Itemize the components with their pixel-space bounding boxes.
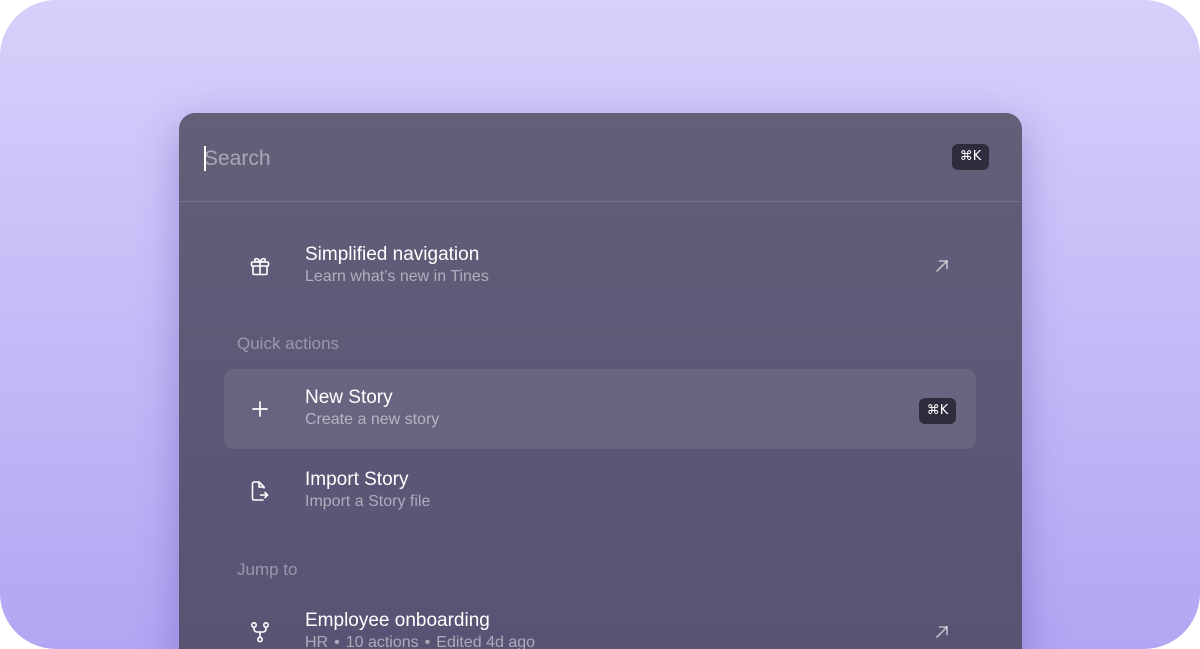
section-label-quick-actions: Quick actions <box>237 334 340 353</box>
action-item-title: Import Story <box>305 469 409 490</box>
jump-item-meta: HR • 10 actions • Edited 4d ago <box>305 634 535 649</box>
action-item-new-story[interactable]: New Story Create a new story ⌘K <box>224 369 976 449</box>
featured-item-simplified-navigation[interactable]: Simplified navigation Learn what’s new i… <box>224 226 976 306</box>
file-import-icon <box>248 479 272 503</box>
action-item-import-story[interactable]: Import Story Import a Story file <box>224 451 976 531</box>
git-fork-icon <box>248 620 272 644</box>
app-background: ⌘K Simplified navigation Learn what’s ne… <box>0 0 1200 649</box>
command-palette: ⌘K Simplified navigation Learn what’s ne… <box>179 113 1022 649</box>
action-item-title: New Story <box>305 387 393 408</box>
action-item-subtitle: Import a Story file <box>305 493 431 510</box>
featured-item-title: Simplified navigation <box>305 244 480 265</box>
story-team: HR <box>305 634 329 649</box>
story-edited-time: Edited 4d ago <box>436 634 536 649</box>
text-cursor <box>204 146 206 171</box>
search-shortcut-badge: ⌘K <box>952 144 989 170</box>
jump-item-title: Employee onboarding <box>305 610 490 631</box>
meta-separator: • <box>424 634 431 649</box>
action-item-subtitle: Create a new story <box>305 411 440 428</box>
search-input[interactable] <box>203 143 903 175</box>
plus-icon <box>248 397 272 421</box>
meta-separator: • <box>334 634 340 649</box>
story-action-count: 10 actions <box>345 634 419 649</box>
featured-item-subtitle: Learn what’s new in Tines <box>305 268 489 285</box>
gift-icon <box>248 254 272 278</box>
arrow-up-right-icon <box>932 256 952 276</box>
search-bar: ⌘K <box>179 113 1022 202</box>
arrow-up-right-icon <box>932 622 952 642</box>
section-label-jump-to: Jump to <box>237 560 298 579</box>
jump-item-employee-onboarding[interactable]: Employee onboarding HR • 10 actions • Edited… <box>224 592 976 649</box>
new-story-shortcut-badge: ⌘K <box>919 398 956 424</box>
